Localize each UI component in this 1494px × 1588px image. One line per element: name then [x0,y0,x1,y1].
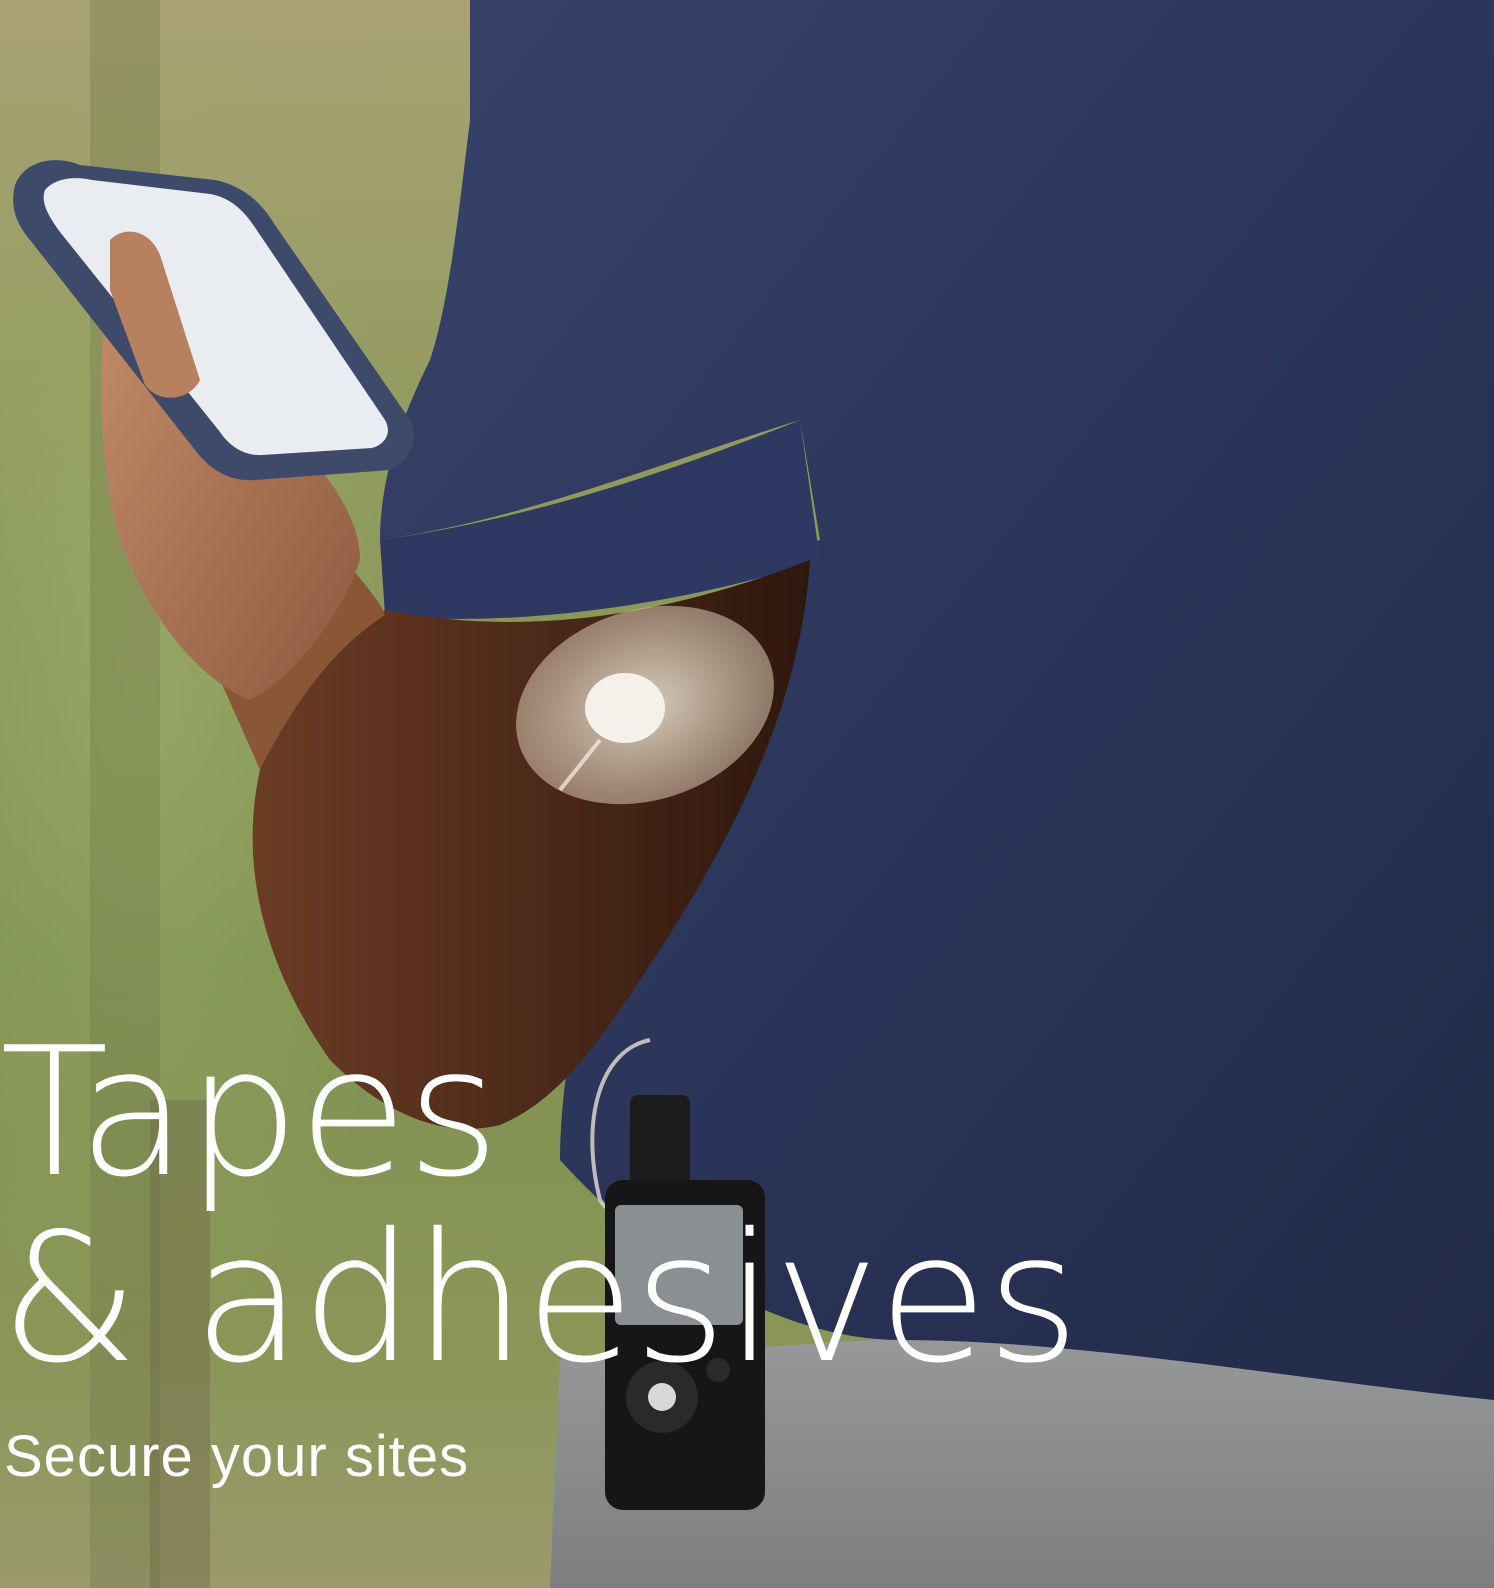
headline-line-1: Tapes [0,1009,500,1216]
hero-banner: Tapes & adhesives Secure your sites [0,0,1494,1588]
subtitle: Secure your sites [4,1424,470,1489]
page-title: Tapes & adhesives [0,1009,1080,1402]
smartphone [13,160,414,481]
headline-line-2: & adhesives [0,1195,1080,1402]
